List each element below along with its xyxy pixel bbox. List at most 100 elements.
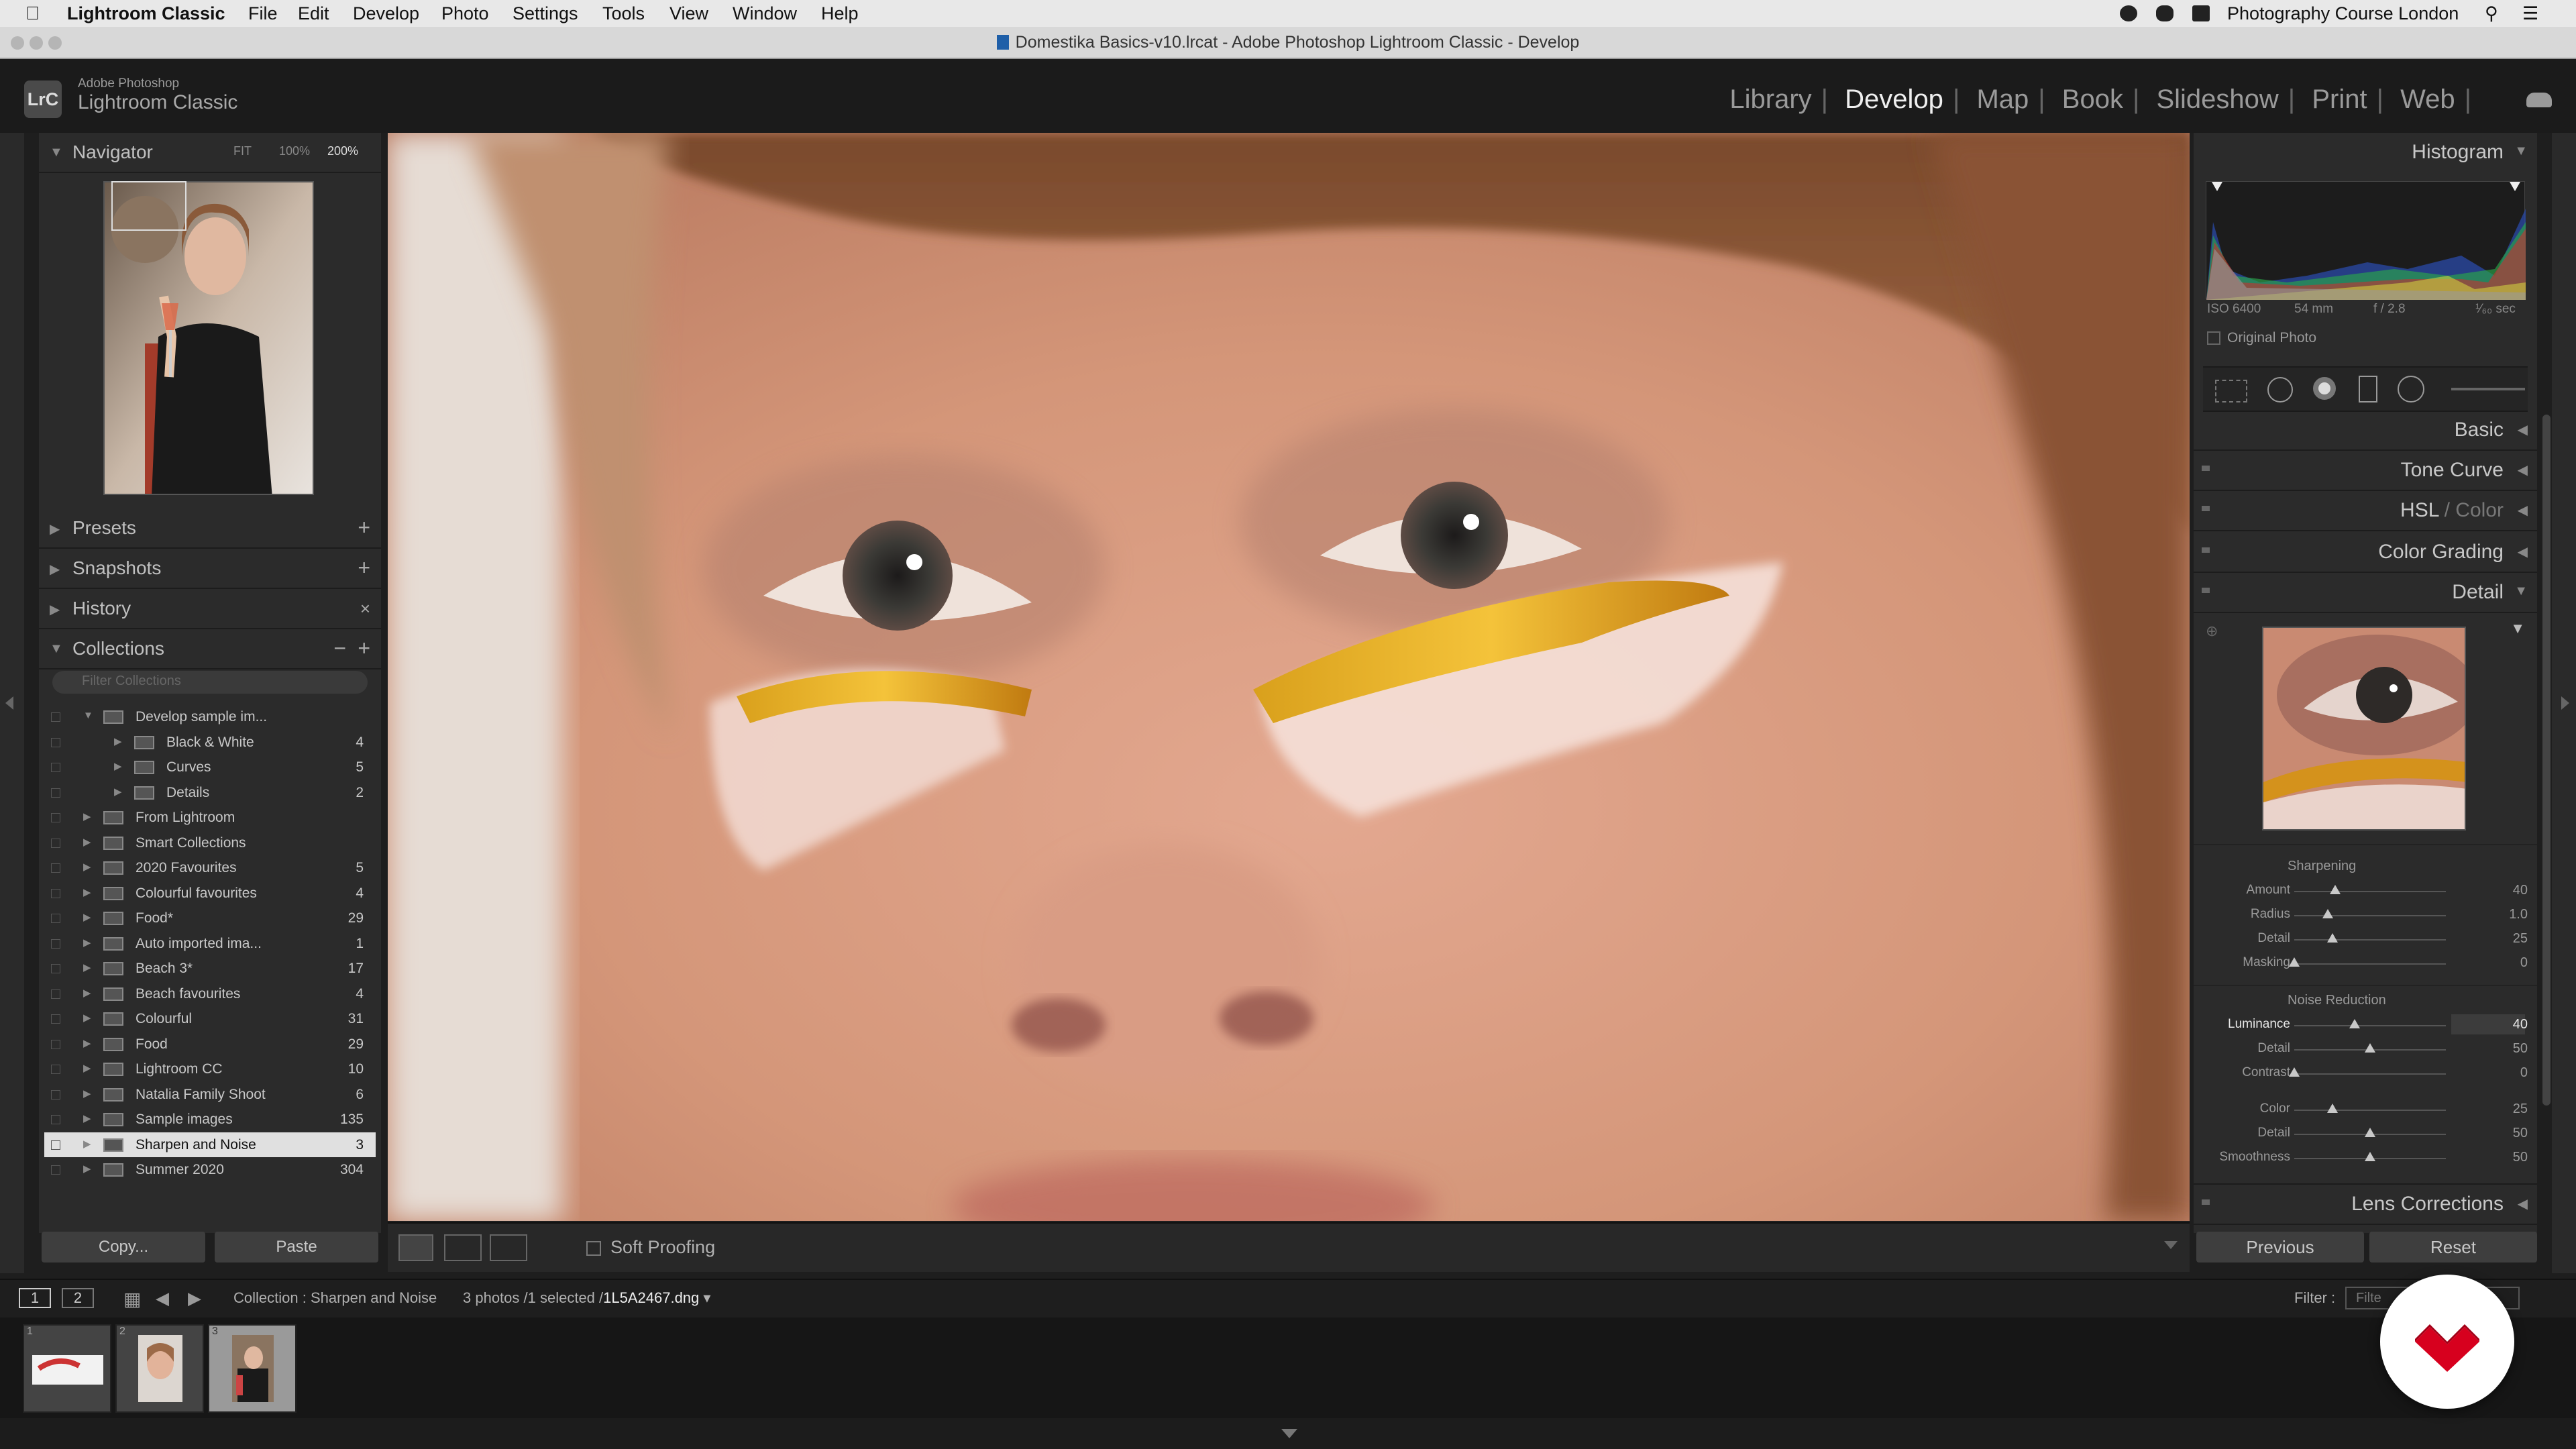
filmstrip-thumb-selected[interactable]: 3 bbox=[208, 1324, 297, 1413]
forward-arrow-icon[interactable]: ▶ bbox=[188, 1288, 201, 1309]
zoom-fit[interactable]: FIT bbox=[233, 144, 252, 158]
target-collection-checkbox[interactable] bbox=[51, 788, 60, 798]
module-web[interactable]: Web bbox=[2400, 85, 2455, 114]
remove-collection-icon[interactable]: − bbox=[333, 636, 346, 661]
target-collection-checkbox[interactable] bbox=[51, 888, 60, 898]
paste-settings-button[interactable]: Paste bbox=[215, 1232, 378, 1263]
slider-thumb[interactable] bbox=[2289, 1067, 2300, 1077]
collection-row[interactable]: ▶ Beach 3* 17 bbox=[44, 956, 376, 981]
target-collection-checkbox[interactable] bbox=[51, 1014, 60, 1024]
hsl-header[interactable]: HSL / Color ◀ bbox=[2194, 491, 2537, 531]
color-grading-header[interactable]: Color Grading ◀ bbox=[2194, 533, 2537, 573]
detail-slider[interactable]: Detail 50 bbox=[2194, 1123, 2537, 1146]
masking-slider[interactable]: Masking 0 bbox=[2194, 953, 2537, 975]
collapsed-triangle-icon[interactable]: ▶ bbox=[83, 836, 91, 848]
history-header[interactable]: ▶ History × bbox=[39, 589, 381, 629]
collapsed-triangle-icon[interactable]: ▶ bbox=[114, 735, 122, 747]
collection-row[interactable]: ▶ Curves 5 bbox=[44, 755, 376, 780]
collapsed-triangle-icon[interactable]: ▶ bbox=[83, 861, 91, 873]
slider-thumb[interactable] bbox=[2365, 1152, 2375, 1161]
target-collection-checkbox[interactable] bbox=[51, 914, 60, 923]
collection-row[interactable]: ▶ Details 2 bbox=[44, 780, 376, 805]
slider-value[interactable]: 50 bbox=[2513, 1126, 2528, 1141]
slider-value[interactable]: 40 bbox=[2513, 883, 2528, 898]
navigator-zoom-box[interactable] bbox=[111, 181, 186, 231]
previous-button[interactable]: Previous bbox=[2196, 1232, 2364, 1263]
target-collection-checkbox[interactable] bbox=[51, 1140, 60, 1150]
cloud-sync-icon[interactable] bbox=[2526, 93, 2552, 107]
before-after-button[interactable] bbox=[444, 1234, 482, 1261]
menu-photo[interactable]: Photo bbox=[441, 3, 489, 24]
zoom-200[interactable]: 200% bbox=[327, 144, 358, 158]
slider-track[interactable] bbox=[2294, 939, 2446, 941]
spotlight-search-icon[interactable]: ⚲ bbox=[2485, 3, 2498, 24]
graduated-filter-icon[interactable] bbox=[2359, 376, 2377, 402]
slider-track[interactable] bbox=[2294, 1025, 2446, 1026]
collection-row[interactable]: ▶ From Lightroom bbox=[44, 805, 376, 830]
creative-cloud-icon[interactable] bbox=[2156, 5, 2174, 21]
module-develop[interactable]: Develop bbox=[1845, 85, 1943, 114]
menu-file[interactable]: File bbox=[248, 3, 278, 24]
main-photo-view[interactable] bbox=[388, 133, 2190, 1221]
primary-window-button[interactable]: 1 bbox=[19, 1288, 51, 1308]
slider-value[interactable]: 50 bbox=[2513, 1041, 2528, 1057]
module-map[interactable]: Map bbox=[1976, 85, 2029, 114]
slider-thumb[interactable] bbox=[2322, 909, 2333, 918]
slider-track[interactable] bbox=[2294, 891, 2446, 892]
collection-row[interactable]: ▶ Smart Collections bbox=[44, 830, 376, 855]
slider-thumb[interactable] bbox=[2330, 885, 2341, 894]
left-edge-toggle[interactable] bbox=[0, 133, 24, 1273]
detail-header[interactable]: Detail ▼ bbox=[2194, 573, 2537, 613]
detail-slider[interactable]: Detail 50 bbox=[2194, 1038, 2537, 1061]
zoom-100[interactable]: 100% bbox=[279, 144, 310, 158]
collection-row[interactable]: ▶ Lightroom CC 10 bbox=[44, 1057, 376, 1081]
collapsed-triangle-icon[interactable]: ▶ bbox=[83, 1037, 91, 1049]
display-icon[interactable] bbox=[2192, 5, 2210, 21]
apple-menu-icon[interactable]:  bbox=[25, 3, 40, 24]
collection-row[interactable]: ▶ Colourful 31 bbox=[44, 1006, 376, 1031]
slider-track[interactable] bbox=[2294, 1073, 2446, 1075]
slider-value[interactable]: 25 bbox=[2513, 1102, 2528, 1117]
hsl-label[interactable]: HSL bbox=[2400, 499, 2438, 521]
histogram-header[interactable]: Histogram ▼ bbox=[2194, 133, 2537, 172]
detail-preview-toggle-icon[interactable]: ▼ bbox=[2510, 620, 2525, 637]
menu-app-name[interactable]: Lightroom Classic bbox=[67, 3, 225, 24]
slider-thumb[interactable] bbox=[2326, 933, 2338, 943]
back-arrow-icon[interactable]: ◀ bbox=[156, 1288, 169, 1309]
adjustment-brush-icon[interactable] bbox=[2451, 388, 2525, 390]
loupe-view-button[interactable] bbox=[398, 1234, 433, 1261]
slider-value[interactable]: 25 bbox=[2513, 931, 2528, 947]
collection-row[interactable]: ▶ Colourful favourites 4 bbox=[44, 881, 376, 906]
collapsed-triangle-icon[interactable]: ▶ bbox=[83, 987, 91, 999]
slider-thumb[interactable] bbox=[2365, 1043, 2375, 1053]
collection-row[interactable]: ▶ Summer 2020 304 bbox=[44, 1157, 376, 1182]
slider-thumb[interactable] bbox=[2349, 1019, 2361, 1028]
luminance-slider[interactable]: Luminance 40 bbox=[2194, 1014, 2537, 1037]
collapsed-triangle-icon[interactable]: ▶ bbox=[83, 810, 91, 822]
target-collection-checkbox[interactable] bbox=[51, 737, 60, 747]
module-book[interactable]: Book bbox=[2062, 85, 2123, 114]
filmstrip-count[interactable]: 3 photos /1 selected /1L5A2467.dng ▾ bbox=[463, 1289, 710, 1307]
collection-row[interactable]: ▶ Food* 29 bbox=[44, 906, 376, 930]
menu-edit[interactable]: Edit bbox=[298, 3, 329, 24]
detail-slider[interactable]: Detail 25 bbox=[2194, 928, 2537, 951]
slider-value[interactable]: 50 bbox=[2513, 1150, 2528, 1165]
collection-row[interactable]: ▼ Develop sample im... bbox=[44, 704, 376, 729]
filmstrip-thumb[interactable]: 2 bbox=[115, 1324, 204, 1413]
color-slider[interactable]: Color 25 bbox=[2194, 1099, 2537, 1122]
amount-slider[interactable]: Amount 40 bbox=[2194, 880, 2537, 903]
lens-corrections-header[interactable]: Lens Corrections ◀ bbox=[2194, 1183, 2537, 1225]
collapsed-triangle-icon[interactable]: ▶ bbox=[83, 1163, 91, 1175]
module-library[interactable]: Library bbox=[1729, 85, 1811, 114]
slider-value[interactable]: 0 bbox=[2520, 1065, 2528, 1081]
module-slideshow[interactable]: Slideshow bbox=[2156, 85, 2278, 114]
histogram-graph[interactable] bbox=[2206, 181, 2526, 300]
collapsed-triangle-icon[interactable]: ▶ bbox=[83, 886, 91, 898]
collapsed-triangle-icon[interactable]: ▶ bbox=[83, 911, 91, 923]
contrast-slider[interactable]: Contrast 0 bbox=[2194, 1063, 2537, 1085]
target-collection-checkbox[interactable] bbox=[51, 863, 60, 873]
radial-filter-icon[interactable] bbox=[2398, 376, 2424, 402]
slider-thumb[interactable] bbox=[2326, 1104, 2338, 1113]
target-collection-checkbox[interactable] bbox=[51, 1089, 60, 1099]
target-collection-checkbox[interactable] bbox=[51, 1039, 60, 1049]
